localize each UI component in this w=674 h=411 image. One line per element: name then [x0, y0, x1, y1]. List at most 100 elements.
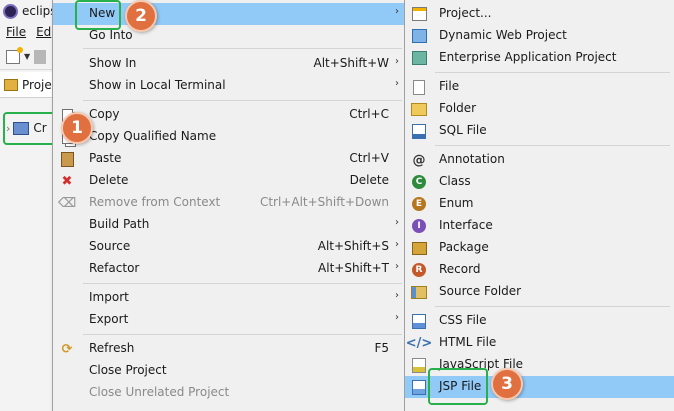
submenu-item-class[interactable]: C Class [405, 171, 674, 193]
context-menu: New › Go Into Show In Alt+Shift+W › Show… [52, 0, 406, 411]
submenu-item-enterprise-application-project[interactable]: Enterprise Application Project [405, 47, 674, 69]
highlight-box-jsp-file [428, 368, 488, 405]
menu-separator [435, 72, 670, 73]
class-icon: C [411, 175, 427, 189]
submenu-item-record[interactable]: R Record [405, 259, 674, 281]
sql-file-icon [411, 124, 427, 138]
submenu-item-label: Record [439, 262, 481, 276]
menu-item-refactor[interactable]: Refactor Alt+Shift+T › [53, 258, 406, 280]
submenu-item-sql-file[interactable]: SQL File [405, 120, 674, 142]
chevron-right-icon: › [395, 261, 399, 272]
menu-separator [83, 48, 402, 49]
menu-item-refresh[interactable]: ⟳ Refresh F5 [53, 338, 406, 360]
chevron-down-icon[interactable]: ▼ [24, 52, 30, 61]
jsp-file-icon [411, 380, 427, 394]
html-file-icon: </> [405, 335, 433, 351]
folder-icon [411, 102, 427, 116]
menu-separator [83, 283, 402, 284]
menu-item-label: Import [89, 290, 129, 304]
menu-item-label: Source [89, 239, 131, 253]
new-wizard-icon[interactable] [6, 46, 23, 64]
menu-edit[interactable]: Ed [36, 25, 51, 39]
submenu-item-label: SQL File [439, 123, 487, 137]
menu-item-label: Refactor [89, 261, 140, 275]
eclipse-window-background: eclips File Ed ▼ Proje › Cr [0, 0, 60, 411]
menu-item-label: Copy [89, 107, 120, 121]
menu-item-import[interactable]: Import › [53, 287, 406, 309]
chevron-right-icon: › [395, 239, 399, 250]
submenu-item-package[interactable]: Package [405, 237, 674, 259]
submenu-item-label: Folder [439, 101, 477, 115]
submenu-item-label: Dynamic Web Project [439, 28, 567, 42]
menu-item-label: Refresh [89, 341, 135, 355]
project-icon [411, 7, 427, 21]
annotation-icon: @ [412, 152, 426, 168]
export-icon [59, 313, 75, 327]
menu-item-delete[interactable]: ✖ Delete Delete [53, 170, 406, 192]
toolbar: ▼ [0, 44, 60, 70]
menu-item-label: Paste [89, 151, 122, 165]
menu-item-label: Export [89, 312, 129, 326]
chevron-right-icon: › [395, 6, 399, 17]
menu-item-label: Go Into [89, 28, 133, 42]
submenu-item-label: Annotation [439, 152, 505, 166]
menu-item-label: Close Project [89, 363, 167, 377]
submenu-item-folder[interactable]: Folder [405, 98, 674, 120]
menu-item-accelerator: Delete [349, 173, 389, 187]
submenu-item-project[interactable]: Project... [405, 3, 674, 25]
delete-icon: ✖ [61, 173, 73, 189]
menu-separator [435, 306, 670, 307]
submenu-item-source-folder[interactable]: Source Folder [405, 281, 674, 303]
chevron-right-icon: › [395, 312, 399, 323]
submenu-item-file[interactable]: File [405, 76, 674, 98]
menu-item-accelerator: Alt+Shift+S [317, 239, 389, 253]
menu-item-source[interactable]: Source Alt+Shift+S › [53, 236, 406, 258]
menu-item-copy-qualified-name[interactable]: Copy Qualified Name [53, 126, 406, 148]
menu-file[interactable]: File [6, 25, 26, 39]
menu-item-close-unrelated-project[interactable]: Close Unrelated Project [53, 382, 406, 404]
menu-item-accelerator: Alt+Shift+T [318, 261, 389, 275]
menu-item-copy[interactable]: Copy Ctrl+C [53, 104, 406, 126]
menu-item-close-project[interactable]: Close Project [53, 360, 406, 382]
submenu-item-annotation[interactable]: @ Annotation [405, 149, 674, 171]
submenu-item-css-file[interactable]: CSS File [405, 310, 674, 332]
callout-badge-2: 2 [125, 0, 157, 32]
menu-separator [435, 145, 670, 146]
save-icon[interactable] [34, 49, 47, 64]
menu-separator [83, 100, 402, 101]
highlight-box-project [3, 112, 57, 145]
project-explorer-tab[interactable]: Proje [0, 72, 60, 98]
new-submenu: Project... Dynamic Web Project Enterpris… [404, 0, 674, 411]
menu-item-label: Remove from Context [89, 195, 221, 209]
menu-item-accelerator: Ctrl+C [349, 107, 389, 121]
menu-item-label: Copy Qualified Name [89, 129, 217, 143]
submenu-item-label: Enterprise Application Project [439, 50, 617, 64]
menu-item-export[interactable]: Export › [53, 309, 406, 331]
submenu-item-enum[interactable]: E Enum [405, 193, 674, 215]
interface-icon: I [411, 219, 427, 233]
menu-item-accelerator: Alt+Shift+W [313, 56, 390, 70]
submenu-item-dynamic-web-project[interactable]: Dynamic Web Project [405, 25, 674, 47]
menu-item-label: Build Path [89, 217, 150, 231]
source-folder-icon [411, 285, 427, 299]
menu-item-build-path[interactable]: Build Path › [53, 214, 406, 236]
import-icon [59, 291, 75, 305]
menu-item-show-in[interactable]: Show In Alt+Shift+W › [53, 53, 406, 75]
eclipse-logo-icon [3, 3, 18, 19]
menu-item-show-in-local-terminal[interactable]: Show in Local Terminal › [53, 75, 406, 97]
callout-badge-3: 3 [491, 368, 523, 400]
paste-icon [59, 152, 75, 166]
menu-item-label: Delete [89, 173, 129, 187]
package-icon [411, 241, 427, 255]
menu-item-paste[interactable]: Paste Ctrl+V [53, 148, 406, 170]
chevron-right-icon: › [395, 78, 399, 89]
submenu-item-label: Interface [439, 218, 493, 232]
submenu-item-label: Package [439, 240, 489, 254]
submenu-item-interface[interactable]: I Interface [405, 215, 674, 237]
record-icon: R [411, 263, 427, 277]
submenu-item-html-file[interactable]: </> HTML File [405, 332, 674, 354]
submenu-item-label: Enum [439, 196, 474, 210]
chevron-right-icon: › [395, 290, 399, 301]
menu-item-remove-from-context[interactable]: ⌫ Remove from Context Ctrl+Alt+Shift+Dow… [53, 192, 406, 214]
submenu-item-label: Class [439, 174, 471, 188]
